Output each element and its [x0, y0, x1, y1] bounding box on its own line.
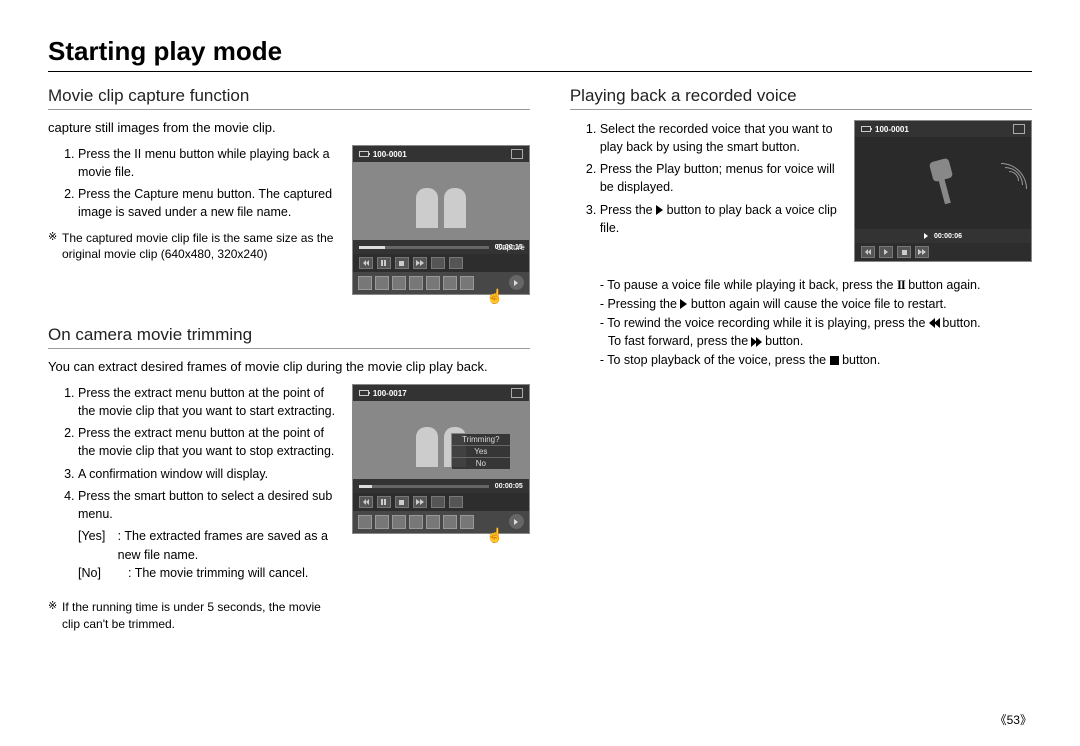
ff-line: To fast forward, press the button. [600, 332, 1032, 351]
elapsed-time: 00:00:05 [495, 483, 523, 490]
preview-image: 00:00:15 Capture [353, 162, 529, 254]
note-text: The captured movie clip file is the same… [48, 230, 336, 264]
rewind-button[interactable] [861, 246, 875, 258]
play-indicator-icon [924, 233, 928, 239]
step-item: Press the II menu button while playing b… [78, 145, 336, 181]
page-title: Starting play mode [48, 36, 1032, 72]
capture-button[interactable] [449, 496, 463, 508]
option-no-label: [No] [78, 564, 118, 583]
play-button[interactable] [879, 246, 893, 258]
step-item: Press the button to play back a voice cl… [600, 201, 838, 237]
capture-label: Capture [496, 243, 524, 252]
fast-forward-icon [752, 337, 762, 347]
file-number-label: 100-0001 [875, 125, 909, 134]
section-movie-trimming: On camera movie trimming You can extract… [48, 325, 530, 633]
time-bar: 00:00:06 [855, 229, 1031, 243]
step-text-pre: Press the [600, 203, 656, 217]
stop-button[interactable] [395, 496, 409, 508]
elapsed-time: 00:00:06 [934, 233, 962, 240]
battery-icon [861, 126, 871, 132]
rewind-icon [929, 318, 939, 328]
stop-icon [830, 356, 839, 365]
section-heading: Playing back a recorded voice [570, 86, 1032, 110]
battery-icon [359, 390, 369, 396]
note-text: If the running time is under 5 seconds, … [48, 599, 336, 633]
section-body: Select the recorded voice that you want … [570, 120, 838, 241]
option-yes-text: : The extracted frames are saved as a ne… [118, 527, 336, 565]
steps-list: Select the recorded voice that you want … [570, 120, 838, 237]
yes-no-options: [Yes] : The extracted frames are saved as… [48, 527, 336, 583]
rewind-button[interactable] [359, 496, 373, 508]
preview-image: Trimming? Yes No 00:00:05 [353, 401, 529, 493]
sub-instructions: - To pause a voice file while playing it… [588, 276, 1032, 370]
playback-mode-icon [1013, 124, 1025, 134]
dialog-title: Trimming? [452, 434, 510, 446]
step-item: Press the Capture menu button. The captu… [78, 185, 336, 221]
section-movie-clip-capture: Movie clip capture function capture stil… [48, 86, 530, 295]
playback-controls [353, 493, 529, 511]
right-column: Playing back a recorded voice Select the… [570, 86, 1032, 647]
playback-controls [353, 254, 529, 272]
step-item: Select the recorded voice that you want … [600, 120, 838, 156]
step-item: Press the extract menu button at the poi… [78, 424, 336, 460]
play-circle-button[interactable] [509, 275, 524, 290]
pause-button[interactable] [377, 257, 391, 269]
step-item: Press the extract menu button at the poi… [78, 384, 336, 420]
voice-preview [855, 137, 1031, 229]
capture-button[interactable] [449, 257, 463, 269]
step-item: Press the Play button; menus for voice w… [600, 160, 838, 196]
section-heading: On camera movie trimming [48, 325, 530, 349]
rewind-line: - To rewind the voice recording while it… [600, 314, 1032, 333]
section-body: Press the II menu button while playing b… [48, 145, 336, 263]
section-body: Press the extract menu button at the poi… [48, 384, 336, 633]
section-intro: You can extract desired frames of movie … [48, 359, 530, 374]
step-item: Press the smart button to select a desir… [78, 487, 336, 523]
manual-page: Starting play mode Movie clip capture fu… [0, 0, 1080, 671]
steps-list: Press the II menu button while playing b… [48, 145, 336, 222]
option-no-text: : The movie trimming will cancel. [128, 564, 308, 583]
trimming-dialog: Trimming? Yes No [451, 433, 511, 470]
two-column-layout: Movie clip capture function capture stil… [48, 86, 1032, 647]
trim-button[interactable] [431, 257, 445, 269]
stop-line: - To stop playback of the voice, press t… [600, 351, 1032, 370]
playback-mode-icon [511, 149, 523, 159]
camera-screenshot-trimming: 100-0017 Trimming? Yes No [352, 384, 530, 534]
pause-icon: II [897, 278, 905, 292]
stop-button[interactable] [897, 246, 911, 258]
section-voice-playback: Playing back a recorded voice Select the… [570, 86, 1032, 370]
hand-cursor-icon: ☝ [486, 288, 503, 305]
step-item: A confirmation window will display. [78, 465, 336, 483]
file-number-label: 100-0017 [373, 389, 407, 398]
fast-forward-button[interactable] [915, 246, 929, 258]
section-intro: capture still images from the movie clip… [48, 120, 530, 135]
file-number-label: 100-0001 [373, 150, 407, 159]
stop-button[interactable] [395, 257, 409, 269]
fast-forward-button[interactable] [413, 496, 427, 508]
play-circle-button[interactable] [509, 514, 524, 529]
page-number: 53 [995, 711, 1032, 728]
pause-line: - To pause a voice file while playing it… [600, 276, 1032, 295]
battery-icon [359, 151, 369, 157]
left-column: Movie clip capture function capture stil… [48, 86, 530, 647]
rewind-button[interactable] [359, 257, 373, 269]
hand-cursor-icon: ☝ [486, 527, 503, 544]
pause-button[interactable] [377, 496, 391, 508]
trim-button[interactable] [431, 496, 445, 508]
fast-forward-button[interactable] [413, 257, 427, 269]
playback-mode-icon [511, 388, 523, 398]
microphone-icon [928, 160, 958, 206]
option-yes-label: [Yes] [78, 527, 108, 565]
section-heading: Movie clip capture function [48, 86, 530, 110]
steps-list: Press the extract menu button at the poi… [48, 384, 336, 523]
dialog-option-yes[interactable]: Yes [452, 446, 510, 458]
restart-line: - Pressing the button again will cause t… [600, 295, 1032, 314]
playback-controls [855, 243, 1031, 261]
camera-screenshot-voice: 100-0001 [854, 120, 1032, 262]
camera-screenshot-capture: 100-0001 00:00:15 Capture [352, 145, 530, 295]
dialog-option-no[interactable]: No [452, 458, 510, 469]
